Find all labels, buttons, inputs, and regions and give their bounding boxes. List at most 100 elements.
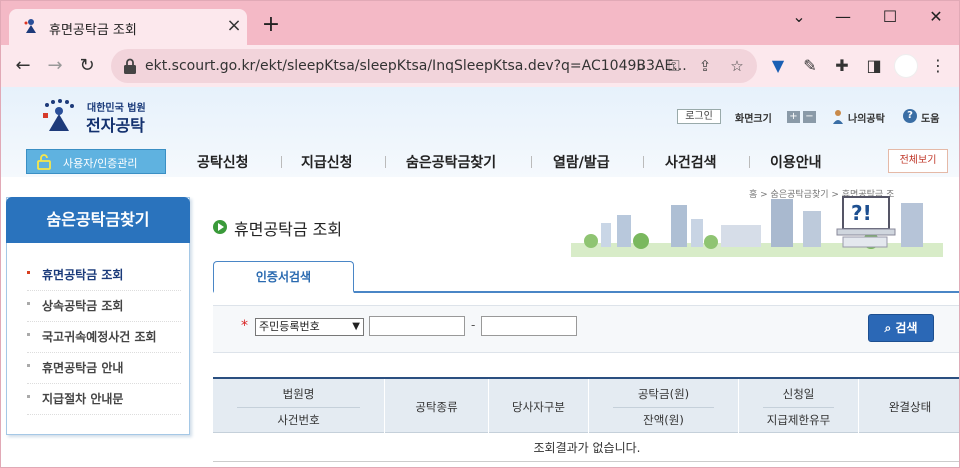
user-cert-button[interactable]: 사용자/인증관리: [26, 149, 166, 174]
menu-divider: [281, 156, 282, 168]
bullet-icon: [27, 271, 30, 274]
menu-divider: [643, 156, 644, 168]
lnb-item-dormant-deposit[interactable]: 휴면공탁금 조회: [27, 260, 181, 291]
lock-icon: [37, 154, 51, 170]
court-favicon-icon: [24, 19, 36, 33]
bookmark-star-icon[interactable]: ☆: [727, 56, 747, 76]
chevron-down-icon: ▼: [352, 321, 360, 332]
new-tab-icon[interactable]: +: [259, 13, 283, 37]
key-icon[interactable]: ⚿: [664, 56, 684, 76]
ssn-back-input[interactable]: [481, 316, 577, 336]
col-payment-limit: 지급제한유무: [766, 413, 831, 427]
site-header: 대한민국 법원 전자공탁 로그인 화면크기 + − 나의공탁 ? 도움 사용자/…: [1, 87, 959, 177]
url-text[interactable]: ekt.scourt.go.kr/ekt/sleepKtsa/sleepKtsa…: [145, 58, 687, 74]
share-icon[interactable]: ⇪: [695, 56, 715, 76]
search-page-icon[interactable]: ⌕: [631, 56, 651, 76]
col-balance: 잔액(원): [643, 413, 684, 427]
forward-icon[interactable]: →: [43, 54, 67, 78]
lnb-item-payment-guide[interactable]: 지급절차 안내문: [27, 384, 181, 415]
id-type-value: 주민등록번호: [259, 320, 320, 333]
zoom-out-button[interactable]: −: [803, 111, 816, 123]
tab-cert-search[interactable]: 인증서검색: [213, 261, 354, 293]
col-court-case: 법원명 사건번호: [213, 379, 385, 433]
left-sub-menu: 숨은공탁금찾기 휴면공탁금 조회 상속공탁금 조회 국고귀속예정사건 조회 휴면…: [6, 197, 190, 435]
search-button[interactable]: ⌕ 검색: [868, 314, 934, 342]
col-status-label: 완결상태: [888, 400, 932, 414]
id-type-select[interactable]: 주민등록번호 ▼: [255, 318, 364, 336]
main-content: 휴면공탁금 조회 인증서검색 * 주민등록번호 ▼ - ⌕ 검색 법원명 사건번호 …: [213, 197, 959, 467]
help-icon[interactable]: ?: [903, 109, 917, 123]
menu-divider: [531, 156, 532, 168]
zoom-in-button[interactable]: +: [787, 111, 800, 123]
menu-view-issue[interactable]: 열람/발급: [553, 152, 610, 172]
bullet-icon: [27, 333, 30, 336]
more-menu-icon[interactable]: ⋮: [927, 55, 949, 77]
back-icon[interactable]: ←: [11, 54, 35, 78]
col-party-type: 당사자구분: [489, 379, 589, 433]
profile-avatar[interactable]: [894, 54, 918, 78]
lnb-item-dormant-guide[interactable]: 휴면공탁금 안내: [27, 353, 181, 384]
web-page: 대한민국 법원 전자공탁 로그인 화면크기 + − 나의공탁 ? 도움 사용자/…: [1, 87, 959, 467]
col-party-type-label: 당사자구분: [512, 400, 565, 414]
menu-deposit-apply[interactable]: 공탁신청: [197, 152, 249, 172]
address-bar[interactable]: ekt.scourt.go.kr/ekt/sleepKtsa/sleepKtsa…: [111, 49, 757, 83]
help-link[interactable]: 도움: [921, 110, 939, 125]
extensions-puzzle-icon[interactable]: ✚: [831, 55, 853, 77]
menu-divider: [749, 156, 750, 168]
chevron-down-icon[interactable]: ⌄: [776, 5, 822, 29]
maximize-icon[interactable]: ☐: [867, 5, 913, 29]
arrow-circle-icon: [213, 220, 227, 234]
lnb-item-label: 국고귀속예정사건 조회: [42, 330, 157, 344]
tab-close-icon[interactable]: ×: [223, 15, 245, 37]
person-icon: [833, 110, 843, 124]
lnb-item-label: 휴면공탁금 조회: [42, 268, 124, 282]
lnb-item-escheat-case[interactable]: 국고귀속예정사건 조회: [27, 322, 181, 353]
col-deposit-type: 공탁종류: [385, 379, 489, 433]
logo-title: 전자공탁: [86, 116, 145, 135]
bullet-icon: [27, 395, 30, 398]
menu-case-search[interactable]: 사건검색: [665, 152, 717, 172]
user-cert-label: 사용자/인증관리: [63, 157, 138, 170]
all-menu-button[interactable]: 전체보기: [888, 149, 948, 173]
minimize-icon[interactable]: —: [820, 5, 866, 29]
close-window-icon[interactable]: ✕: [913, 5, 959, 29]
lnb-item-inheritance-deposit[interactable]: 상속공탁금 조회: [27, 291, 181, 322]
lock-icon[interactable]: [123, 58, 137, 74]
table-header: 법원명 사건번호 공탁종류 당사자구분 공탁금(원) 잔액(원) 신청일지급제한유무…: [213, 379, 959, 433]
header-divider: [763, 407, 834, 408]
col-deposit-type-label: 공탁종류: [415, 400, 458, 414]
empty-result-row: 조회결과가 없습니다.: [213, 434, 959, 462]
browser-window: 휴면공탁금 조회 × + ⌄ — ☐ ✕ ← → ↻ ekt.scourt.go…: [0, 0, 960, 468]
bullet-icon: [27, 364, 30, 367]
col-amount-balance: 공탁금(원) 잔액(원): [589, 379, 739, 433]
browser-toolbar: ← → ↻ ekt.scourt.go.kr/ekt/sleepKtsa/sle…: [1, 45, 959, 87]
side-panel-icon[interactable]: ◨: [863, 55, 885, 77]
login-button[interactable]: 로그인: [677, 109, 721, 124]
my-deposit-link[interactable]: 나의공탁: [848, 110, 885, 125]
search-icon: ⌕: [884, 321, 896, 335]
zoom-label: 화면크기: [735, 114, 772, 125]
extension-clip-icon[interactable]: ✎: [799, 55, 821, 77]
bullet-icon: [27, 302, 30, 305]
browser-tab[interactable]: 휴면공탁금 조회 ×: [9, 9, 247, 45]
required-mark: *: [241, 318, 248, 334]
lnb-title: 숨은공탁금찾기: [6, 197, 190, 243]
tab-title: 휴면공탁금 조회: [49, 23, 137, 38]
menu-guide[interactable]: 이용안내: [770, 152, 822, 172]
ssn-front-input[interactable]: [369, 316, 465, 336]
col-amount: 공탁금(원): [637, 387, 690, 401]
menu-hidden-deposit[interactable]: 숨은공탁금찾기: [406, 152, 496, 172]
page-title: 휴면공탁금 조회: [234, 220, 343, 239]
utility-links: 로그인 화면크기 + − 나의공탁 ? 도움: [677, 109, 959, 125]
menu-payment-apply[interactable]: 지급신청: [301, 152, 353, 172]
site-logo[interactable]: 대한민국 법원 전자공탁: [39, 97, 179, 135]
search-button-label: 검색: [895, 321, 918, 335]
main-menu: 사용자/인증관리 공탁신청 지급신청 숨은공탁금찾기 열람/발급 사건검색 이용…: [1, 147, 959, 177]
extension-v-icon[interactable]: ▼: [767, 55, 789, 77]
reload-icon[interactable]: ↻: [75, 54, 99, 78]
tab-strip: 휴면공탁금 조회 × + ⌄ — ☐ ✕: [1, 1, 959, 45]
col-apply-date: 신청일: [782, 387, 815, 401]
lnb-item-label: 지급절차 안내문: [42, 392, 124, 406]
menu-divider: [385, 156, 386, 168]
header-divider: [237, 407, 360, 408]
